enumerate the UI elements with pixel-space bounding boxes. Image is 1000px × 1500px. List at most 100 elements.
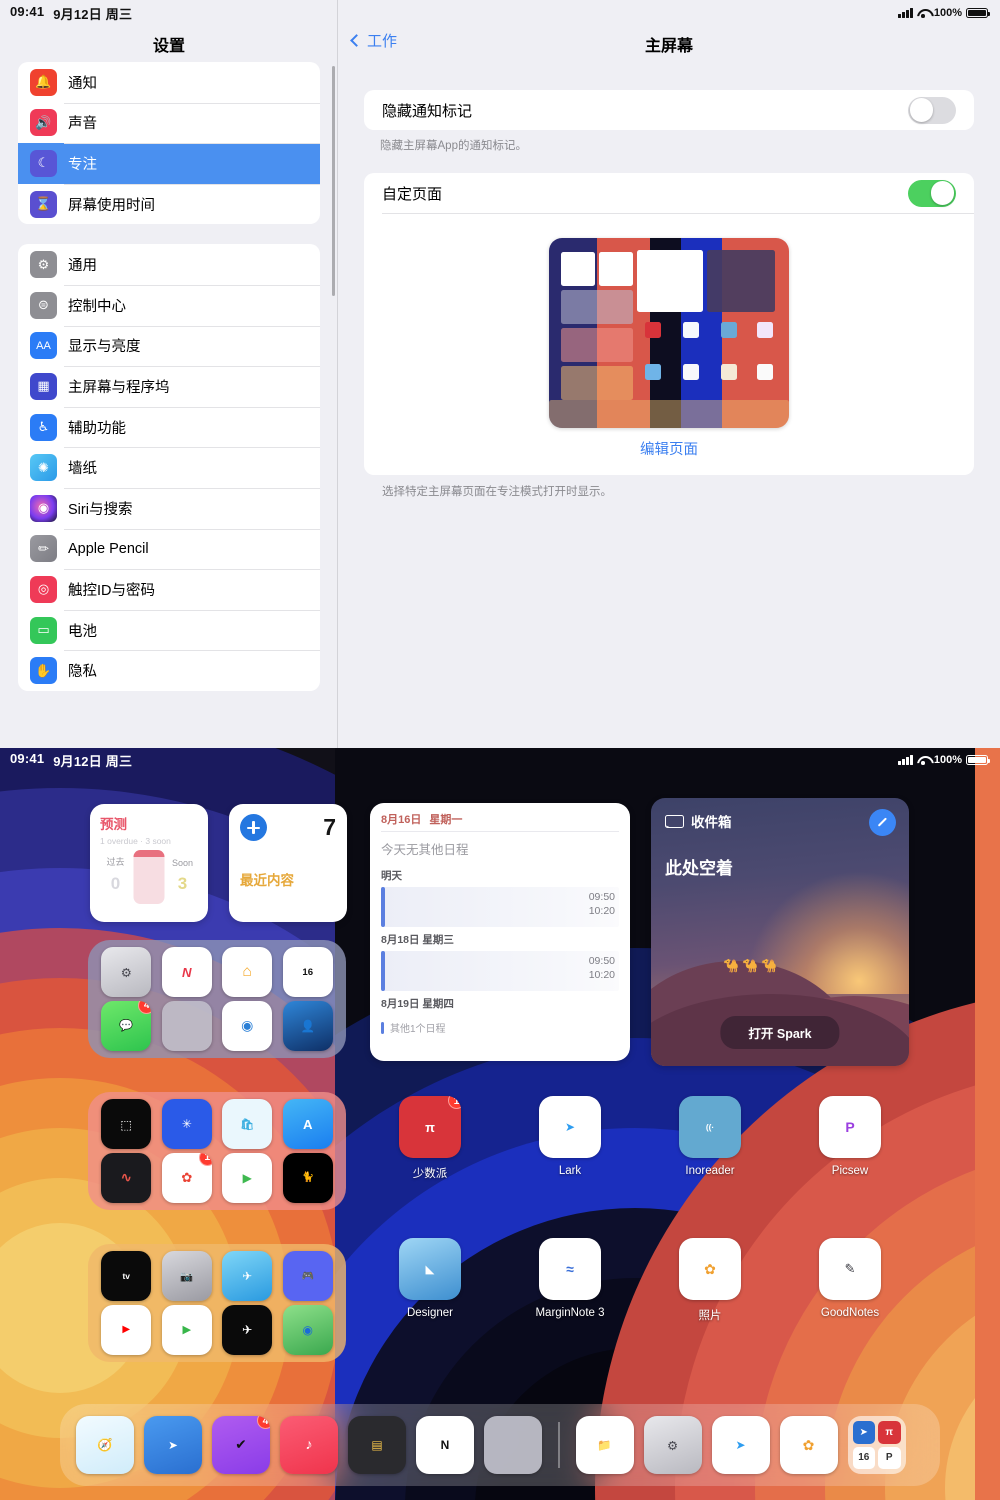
- app-Picsew[interactable]: P Picsew: [795, 1096, 905, 1177]
- notion-n-icon[interactable]: N: [416, 1416, 474, 1474]
- lark-paperplane-icon[interactable]: ➤: [539, 1096, 601, 1158]
- asterisk-chat-icon[interactable]: ✳: [161, 1099, 212, 1150]
- inoreader-rss-icon[interactable]: ((·: [679, 1096, 741, 1158]
- google-photos-icon[interactable]: ✿ 1: [161, 1152, 212, 1203]
- cat-icon[interactable]: 🐈: [282, 1152, 333, 1203]
- settings-gear-icon[interactable]: ⚙: [643, 1416, 702, 1474]
- sidebar-item-显示与亮度[interactable]: AA 显示与亮度: [18, 325, 320, 367]
- appstore-icon[interactable]: A: [282, 1099, 333, 1150]
- hide-badges-row[interactable]: 隐藏通知标记: [364, 90, 974, 130]
- dock-最近[interactable]: [484, 1416, 542, 1474]
- dock-文件[interactable]: 📁: [575, 1416, 634, 1474]
- sticky-note-icon[interactable]: ▤: [348, 1416, 406, 1474]
- folder-app-Testflight[interactable]: ✈: [219, 1251, 276, 1302]
- sidebar-item-隐私[interactable]: ✋ 隐私: [18, 650, 320, 691]
- home-page-preview-thumbnail[interactable]: [549, 238, 789, 428]
- checkmark-icon[interactable]: ✔ 4: [212, 1416, 270, 1474]
- camera-icon[interactable]: 📷: [161, 1251, 212, 1302]
- folder-app-YouTube[interactable]: ▶: [98, 1304, 155, 1356]
- folder-app-日历[interactable]: 16: [280, 947, 337, 998]
- calendar-16-icon[interactable]: 16: [282, 947, 333, 998]
- folder-app-App Store CN[interactable]: 🛍: [219, 1099, 276, 1150]
- marginnote-icon[interactable]: ≈: [539, 1238, 601, 1300]
- folder-app-Discord[interactable]: 🎮: [280, 1251, 337, 1302]
- blank-icon[interactable]: [161, 1000, 212, 1051]
- files-folder-icon[interactable]: 📁: [575, 1416, 634, 1474]
- folder-app-设置[interactable]: ⚙: [98, 947, 155, 998]
- discord-icon[interactable]: 🎮: [282, 1251, 333, 1302]
- folder-app-App Store[interactable]: A: [280, 1099, 337, 1150]
- folder-row-3[interactable]: tv 📷 ✈ 🎮 ▶ ▶ ✈ ◉: [88, 1244, 346, 1362]
- airplane-icon[interactable]: ✈: [222, 1304, 273, 1355]
- edit-pages-link[interactable]: 编辑页面: [364, 438, 974, 475]
- sidebar-item-控制中心[interactable]: ⊜ 控制中心: [18, 284, 320, 326]
- news-icon[interactable]: N: [161, 947, 212, 998]
- app-Designer[interactable]: ◣ Designer: [375, 1238, 485, 1319]
- folder-app-Figma[interactable]: ⬚: [98, 1099, 155, 1150]
- sidebar-item-Apple Pencil[interactable]: ✏ Apple Pencil: [18, 528, 320, 570]
- sspai-pi-icon[interactable]: π1: [399, 1096, 461, 1158]
- dock-最近使用文件夹[interactable]: ➤ π 16 P: [847, 1416, 906, 1474]
- folder-app-Kindle[interactable]: 👤: [280, 1000, 337, 1052]
- safari-compass-icon[interactable]: 🧭: [76, 1416, 134, 1474]
- widget-forecast[interactable]: 预测 1 overdue · 3 soon 过去 0 今天 1 Soon 3: [90, 804, 208, 922]
- lark-paperplane-icon[interactable]: ➤: [711, 1416, 770, 1474]
- back-button[interactable]: 工作: [350, 30, 397, 51]
- dock-Lark[interactable]: ➤: [711, 1416, 770, 1474]
- youtube-icon[interactable]: ▶: [101, 1304, 152, 1355]
- folder-app-Find My[interactable]: ◉: [280, 1304, 337, 1356]
- folder-app-空白[interactable]: [159, 1000, 216, 1052]
- folder-app-PotPlayer[interactable]: ▶: [219, 1152, 276, 1204]
- folder-app-Bear[interactable]: ✳: [159, 1099, 216, 1150]
- photos-icon[interactable]: ✿: [779, 1416, 838, 1474]
- dock-Notes[interactable]: ▤: [348, 1416, 406, 1474]
- apple-tv-icon[interactable]: tv: [101, 1251, 152, 1302]
- sidebar-item-通用[interactable]: ⚙ 通用: [18, 244, 320, 285]
- dock-Safari[interactable]: 🧭: [76, 1416, 134, 1474]
- folder-row-1[interactable]: ⚙ N ⌂ 16 💬 4 ◉ 👤: [88, 940, 346, 1058]
- shopping-bag-icon[interactable]: 🛍: [222, 1099, 273, 1150]
- recent-placeholder-icon[interactable]: [484, 1416, 542, 1474]
- hide-badges-toggle[interactable]: [908, 96, 956, 124]
- 1password-icon[interactable]: ◉: [222, 1000, 273, 1051]
- sidebar-item-触控ID与密码[interactable]: ◎ 触控ID与密码: [18, 569, 320, 610]
- sidebar-scrollbar[interactable]: [332, 66, 335, 296]
- folder-app-Google Photos[interactable]: ✿ 1: [159, 1152, 216, 1204]
- picsew-p-icon[interactable]: P: [819, 1096, 881, 1158]
- sidebar-item-通知[interactable]: 🔔 通知: [18, 62, 320, 103]
- figma-frame-icon[interactable]: ⬚: [101, 1099, 152, 1150]
- open-spark-button[interactable]: 打开 Spark: [720, 1016, 840, 1049]
- folder-app-家庭[interactable]: ⌂: [219, 947, 276, 998]
- home-house-icon[interactable]: ⌂: [222, 947, 273, 998]
- dock-Spark[interactable]: ➤: [144, 1416, 202, 1474]
- kindle-icon[interactable]: 👤: [282, 1000, 333, 1051]
- sidebar-item-墙纸[interactable]: ✺ 墙纸: [18, 447, 320, 488]
- pencil-compose-icon[interactable]: [869, 809, 896, 836]
- widget-calendar[interactable]: 8月16日 星期一 今天无其他日程 明天 09:50 10:20 8月18日 星…: [370, 803, 630, 1061]
- folder-app-相机[interactable]: 📷: [159, 1251, 216, 1302]
- testflight-icon[interactable]: ✈: [222, 1251, 273, 1302]
- folder-app-录音[interactable]: ∿: [98, 1152, 155, 1204]
- folder-app-飞行[interactable]: ✈: [219, 1304, 276, 1356]
- findmy-icon[interactable]: ◉: [282, 1304, 333, 1355]
- widget-spark[interactable]: 🐪🐪🐪 收件箱 此处空着 打开 Spark: [651, 798, 909, 1066]
- calendar-event[interactable]: 09:50 10:20: [381, 951, 619, 991]
- dock-Notion[interactable]: N: [416, 1416, 474, 1474]
- dock-设置[interactable]: ⚙: [643, 1416, 702, 1474]
- sidebar-item-电池[interactable]: ▭ 电池: [18, 609, 320, 651]
- dock-音乐[interactable]: ♪: [280, 1416, 338, 1474]
- calendar-event[interactable]: 09:50 10:20: [381, 887, 619, 927]
- waveform-icon[interactable]: ∿: [101, 1152, 152, 1203]
- app-照片[interactable]: ✿ 照片: [655, 1238, 765, 1323]
- sidebar-scroll-area[interactable]: 🔔 通知 🔊 声音 ☾ 专注 ⌛ 屏幕使用时间 ⚙ 通用 ⊜ 控制中心 AA 显示与亮度 ▦ 主屏幕与程序坞 ♿…: [0, 62, 338, 750]
- folder-app-信息[interactable]: 💬 4: [98, 1000, 155, 1052]
- spark-paperplane-icon[interactable]: ➤: [144, 1416, 202, 1474]
- affinity-designer-icon[interactable]: ◣: [399, 1238, 461, 1300]
- sidebar-item-辅助功能[interactable]: ♿ 辅助功能: [18, 406, 320, 448]
- sidebar-item-主屏幕与程序坞[interactable]: ▦ 主屏幕与程序坞: [18, 366, 320, 407]
- app-GoodNotes[interactable]: ✎ GoodNotes: [795, 1238, 905, 1319]
- folder-app-News[interactable]: N: [159, 947, 216, 998]
- plus-circle-icon[interactable]: [240, 814, 267, 841]
- app-少数派[interactable]: π 1 少数派: [375, 1096, 485, 1181]
- dock-Things[interactable]: ✔ 4: [212, 1416, 270, 1474]
